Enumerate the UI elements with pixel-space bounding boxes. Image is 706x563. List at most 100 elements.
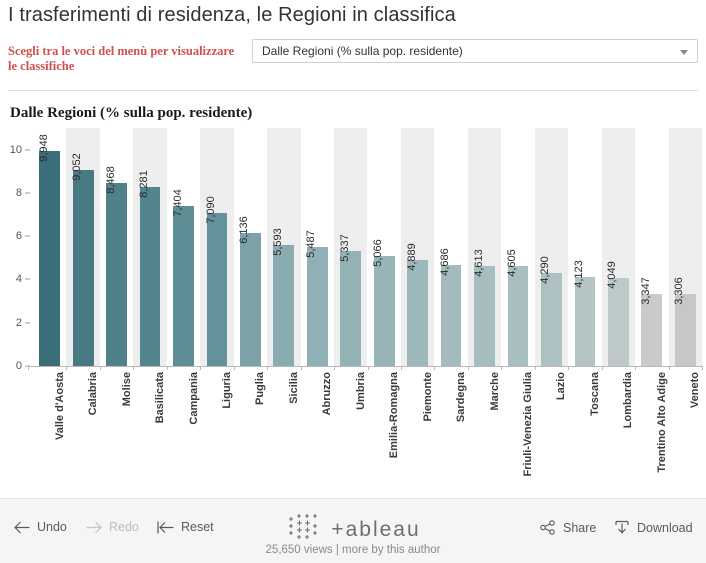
y-axis-tick-mark	[25, 235, 30, 237]
bar-value-label: 4,686	[439, 247, 452, 276]
tableau-viz: I trasferimenti di residenza, le Regioni…	[0, 0, 706, 563]
bar-value-label: 9,948	[37, 134, 50, 162]
x-axis-category-label[interactable]: Liguria	[221, 372, 233, 409]
bar[interactable]	[173, 205, 194, 366]
bar-value-label: 4,605	[506, 249, 519, 278]
bar[interactable]	[407, 260, 429, 366]
bar-chart-plot: 0 2 4 6 8 10 9,948 Valle d'Aosta 9,052 Calabria 8…	[0, 128, 706, 488]
bar[interactable]	[39, 150, 61, 366]
x-axis-category-label[interactable]: Sardegna	[455, 372, 467, 422]
y-axis-tick-mark	[25, 322, 30, 324]
x-axis-category-label[interactable]: Veneto	[689, 372, 701, 408]
x-axis-category-label[interactable]: Emilia-Romagna	[388, 372, 400, 458]
y-axis-tick-label: 4	[15, 273, 22, 286]
x-axis-tick-mark	[300, 366, 302, 370]
bar[interactable]	[206, 212, 228, 366]
x-axis-category-label[interactable]: Lombardia	[622, 372, 634, 428]
bar-slot[interactable]: 6,136	[234, 128, 267, 366]
x-axis-category-label[interactable]: Basilicata	[154, 372, 166, 423]
x-axis-tick-mark	[233, 366, 235, 370]
bar[interactable]	[139, 186, 161, 366]
bar[interactable]	[674, 294, 696, 366]
x-axis-category-label[interactable]: Calabria	[87, 372, 99, 415]
x-axis-category-label[interactable]: Abruzzo	[321, 372, 333, 415]
x-axis-tick-mark	[267, 366, 269, 370]
bar-value-label: 4,613	[472, 249, 485, 277]
region-metric-filter[interactable]: Dalle Regioni (% sulla pop. residente)	[252, 39, 698, 63]
bar-slot[interactable]: 4,613	[468, 128, 501, 366]
x-axis-category-label[interactable]: Valle d'Aosta	[54, 372, 66, 440]
bar[interactable]	[106, 182, 127, 366]
bar-slot[interactable]: 4,123	[568, 128, 601, 366]
bar-slot[interactable]: 5,487	[301, 128, 334, 366]
download-label: Download	[637, 520, 693, 535]
bar-slot[interactable]: 8,468	[100, 128, 133, 366]
x-axis-tick-mark	[467, 366, 469, 370]
bar-value-label: 5,593	[271, 228, 284, 256]
bar-slot[interactable]: 7,404	[167, 128, 200, 366]
bar[interactable]	[273, 245, 295, 366]
bar-slot[interactable]: 9,948	[33, 128, 66, 366]
views-count: 25,650 views | more by this author	[265, 544, 441, 556]
bar[interactable]	[574, 276, 596, 366]
bar-slot[interactable]: 3,306	[669, 128, 702, 366]
bar-slot[interactable]: 5,593	[267, 128, 300, 366]
bar-value-label: 8,281	[138, 170, 151, 198]
bar-slot[interactable]: 3,347	[635, 128, 668, 366]
x-axis-category-label[interactable]: Molise	[121, 372, 133, 406]
bar-value-label: 5,066	[372, 239, 385, 268]
filter-dropdown[interactable]: Dalle Regioni (% sulla pop. residente)	[252, 39, 698, 63]
bar-slot[interactable]: 4,290	[535, 128, 568, 366]
x-axis-tick-mark	[534, 366, 536, 370]
x-axis-tick-mark	[702, 366, 703, 370]
x-axis-category-label[interactable]: Trentino Alto Adige	[656, 372, 668, 473]
chart-title: Dalle Regioni (% sulla pop. residente)	[10, 105, 253, 121]
download-button[interactable]: Download	[614, 520, 693, 535]
page-title: I trasferimenti di residenza, le Regioni…	[8, 4, 456, 26]
bar[interactable]	[541, 273, 562, 366]
tableau-brand[interactable]: +ableau	[0, 512, 706, 547]
y-axis-tick-label: 6	[15, 230, 22, 243]
x-axis-category-label[interactable]: Campania	[188, 372, 200, 425]
x-axis-category-label[interactable]: Puglia	[254, 372, 266, 405]
bar[interactable]	[340, 250, 362, 366]
bar-slot[interactable]: 5,066	[368, 128, 401, 366]
bar[interactable]	[607, 278, 629, 366]
y-axis-tick-mark	[25, 149, 30, 151]
bar-value-label: 5,487	[305, 230, 318, 259]
bar-slot[interactable]: 5,337	[334, 128, 367, 366]
bar-value-label: 4,123	[572, 260, 585, 288]
bar-slot[interactable]: 4,889	[401, 128, 434, 366]
bar-slot[interactable]: 8,281	[133, 128, 166, 366]
x-axis-category-label[interactable]: Marche	[489, 372, 501, 411]
viz-toolbar: Undo Redo Reset +ableau Share Download 2…	[0, 498, 706, 563]
share-button[interactable]: Share	[540, 520, 596, 535]
x-axis-category-label[interactable]: Friuli-Venezia Giulia	[522, 372, 534, 477]
chevron-down-icon[interactable]	[680, 50, 688, 55]
share-icon	[540, 520, 556, 535]
bar-slot[interactable]: 4,049	[602, 128, 635, 366]
x-axis-category-label[interactable]: Toscana	[589, 372, 601, 416]
y-axis-tick-mark	[25, 278, 30, 280]
bar-slot[interactable]: 4,686	[434, 128, 467, 366]
bar-slot[interactable]: 7,090	[200, 128, 233, 366]
bar[interactable]	[72, 170, 94, 366]
bar[interactable]	[373, 256, 395, 366]
x-axis-category-label[interactable]: Lazio	[555, 372, 567, 400]
bar-slot[interactable]: 4,605	[501, 128, 534, 366]
bar-value-label: 4,290	[539, 256, 552, 284]
bar-slot[interactable]: 9,052	[66, 128, 99, 366]
bar[interactable]	[240, 233, 261, 366]
bar[interactable]	[507, 266, 529, 366]
x-axis-category-label[interactable]: Sicilia	[288, 372, 300, 404]
bar[interactable]	[474, 266, 495, 366]
header-divider	[8, 90, 698, 91]
bar-value-label: 5,337	[338, 233, 351, 262]
bar-value-label: 9,052	[71, 153, 84, 181]
x-axis-category-label[interactable]: Umbria	[355, 372, 367, 410]
x-axis-category-label[interactable]: Piemonte	[422, 372, 434, 422]
x-axis-origin-tick	[28, 366, 29, 370]
bar[interactable]	[306, 247, 328, 366]
y-axis-tick-label: 8	[15, 186, 22, 199]
bar[interactable]	[440, 264, 462, 366]
